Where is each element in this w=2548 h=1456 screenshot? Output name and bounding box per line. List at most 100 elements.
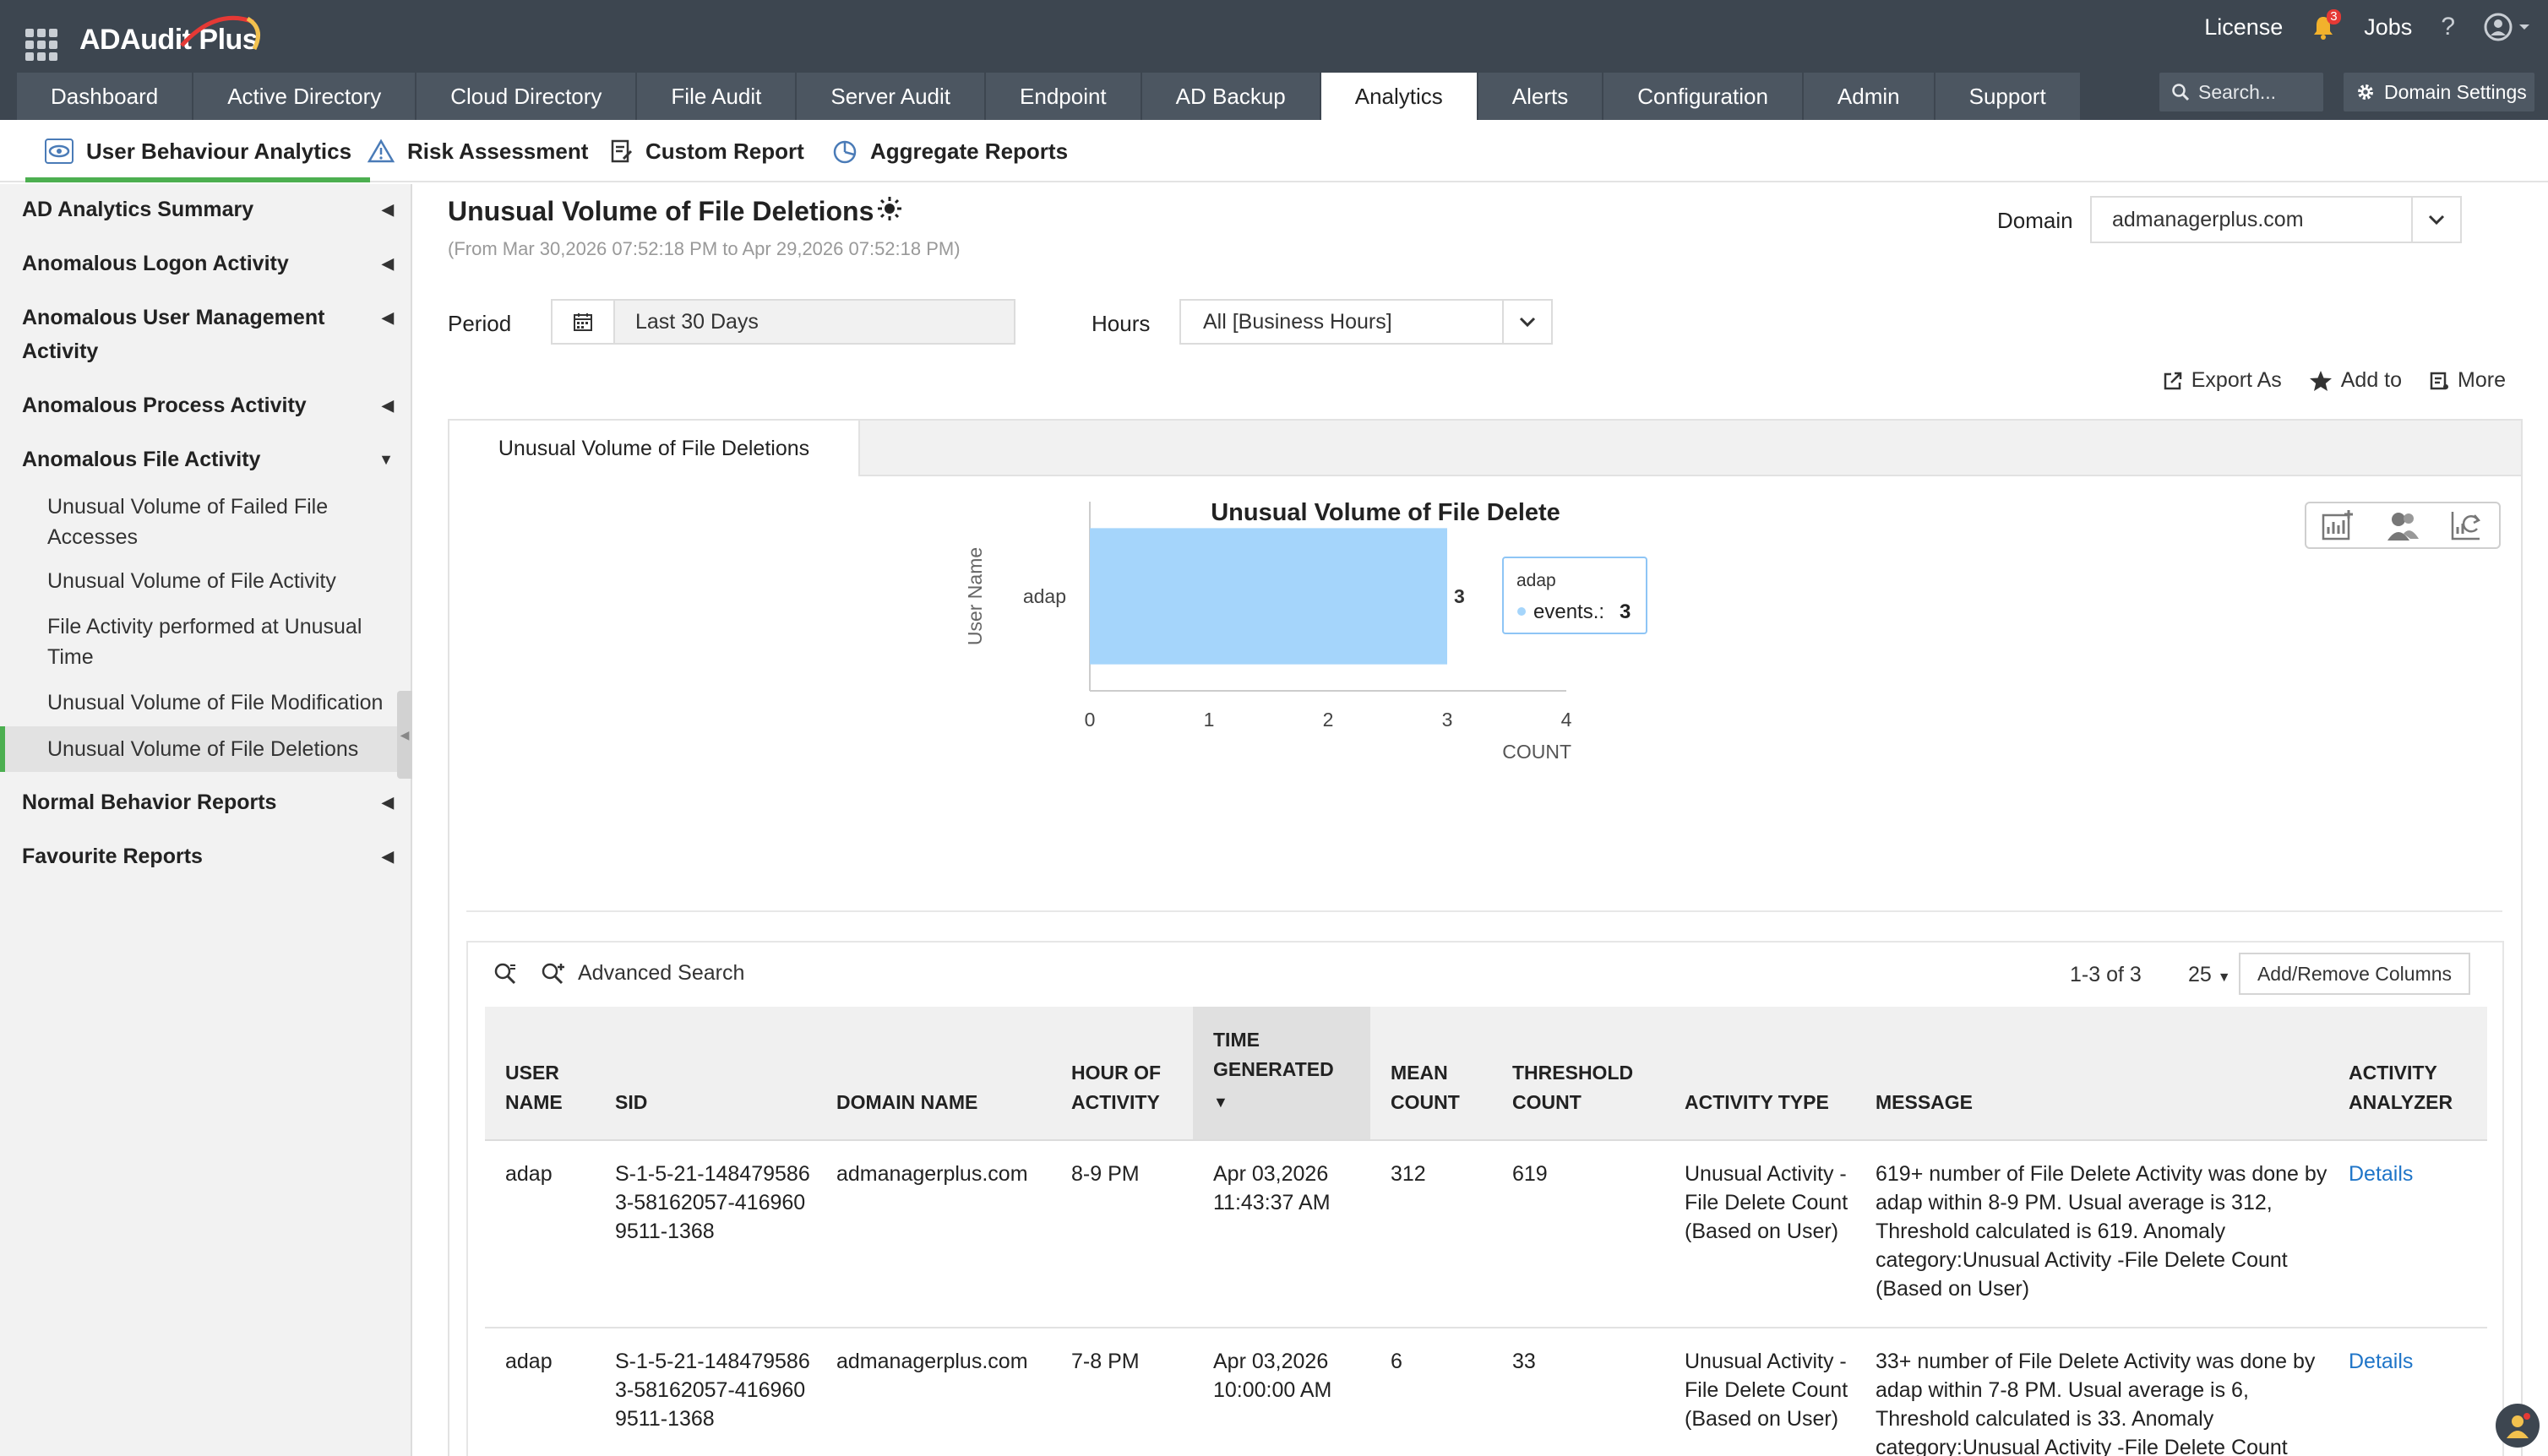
- sidebar-category-anomalous-logon[interactable]: Anomalous Logon Activity ◀: [22, 247, 394, 280]
- page-size-select[interactable]: 25 ▼: [2188, 963, 2231, 987]
- export-as-button[interactable]: Export As: [2163, 368, 2282, 393]
- tab-server-audit[interactable]: Server Audit: [797, 73, 987, 120]
- column-header-sid[interactable]: SID: [595, 1007, 816, 1141]
- quick-search-icon[interactable]: [493, 962, 517, 986]
- license-link[interactable]: License: [2204, 14, 2283, 41]
- column-header-domain-name[interactable]: DOMAIN NAME: [816, 1007, 1051, 1141]
- tab-cloud-directory[interactable]: Cloud Directory: [416, 73, 638, 120]
- sidebar-category-ad-analytics-summary[interactable]: AD Analytics Summary ◀: [22, 193, 394, 226]
- logo-swoosh-icon: [180, 15, 260, 51]
- report-view-tab-file-deletions[interactable]: Unusual Volume of File Deletions: [449, 421, 860, 476]
- tab-file-audit[interactable]: File Audit: [637, 73, 798, 120]
- tab-dashboard[interactable]: Dashboard: [17, 73, 194, 120]
- app-launcher-icon[interactable]: [25, 29, 57, 61]
- global-search-input[interactable]: Search...: [2159, 73, 2323, 111]
- tab-analytics[interactable]: Analytics: [1320, 73, 1478, 120]
- sun-icon[interactable]: [875, 194, 904, 223]
- column-header-activity-type[interactable]: ACTIVITY TYPE: [1664, 1007, 1855, 1141]
- tab-support[interactable]: Support: [1935, 73, 2082, 120]
- details-link[interactable]: Details: [2349, 1162, 2413, 1186]
- chevron-down-icon: [2411, 198, 2460, 242]
- cell-user-name: adap: [485, 1328, 595, 1456]
- column-header-time-generated[interactable]: TIME GENERATED ▼: [1193, 1007, 1370, 1141]
- sidebar-category-label: Anomalous Process Activity: [22, 394, 307, 417]
- column-header-threshold-count[interactable]: THRESHOLD COUNT: [1492, 1007, 1664, 1141]
- hours-select-value: All [Business Hours]: [1203, 309, 1392, 334]
- sidebar-category-anomalous-user-management[interactable]: Anomalous User Management Activity ◀: [22, 301, 394, 368]
- user-avatar-icon: [2484, 13, 2513, 41]
- column-header-hour-of-activity[interactable]: HOUR OF ACTIVITY: [1051, 1007, 1193, 1141]
- sidebar-item-file-modification[interactable]: Unusual Volume of File Modification: [47, 687, 394, 718]
- sidebar-category-anomalous-process[interactable]: Anomalous Process Activity ◀: [22, 388, 394, 422]
- period-picker[interactable]: Last 30 Days: [551, 299, 1015, 345]
- report-actions: Export As Add to More: [2163, 368, 2506, 393]
- subtab-label: Custom Report: [645, 138, 804, 164]
- caret-down-icon: ▼: [2217, 970, 2231, 985]
- advanced-search-icon[interactable]: [541, 962, 566, 986]
- details-link[interactable]: Details: [2349, 1350, 2413, 1373]
- period-value: Last 30 Days: [635, 309, 759, 334]
- top-bar: ADAudit Plus License 3 Jobs ? Dashboard …: [0, 0, 2548, 120]
- period-label: Period: [448, 311, 512, 336]
- more-button[interactable]: More: [2429, 368, 2506, 393]
- sidebar-item-file-activity[interactable]: Unusual Volume of File Activity: [47, 566, 394, 596]
- subtab-label: Aggregate Reports: [870, 138, 1069, 164]
- cell-domain-name: admanagerplus.com: [816, 1140, 1051, 1328]
- hours-select[interactable]: All [Business Hours]: [1179, 299, 1553, 345]
- jobs-link[interactable]: Jobs: [2364, 14, 2412, 41]
- notification-count-badge: 3: [2327, 9, 2341, 24]
- tab-alerts[interactable]: Alerts: [1478, 73, 1604, 120]
- report-panel: Unusual Volume of File Deletions Unusual…: [448, 419, 2523, 1456]
- user-menu[interactable]: [2484, 13, 2531, 41]
- sidebar-collapse-handle[interactable]: ◀: [397, 691, 412, 779]
- grid-toolbar: Advanced Search 1-3 of 3 25 ▼ Add/Remove…: [468, 943, 2502, 1013]
- search-icon: [2172, 84, 2190, 101]
- export-icon: [2164, 372, 2181, 389]
- advanced-search: Advanced Search: [493, 961, 744, 986]
- add-to-button[interactable]: Add to: [2309, 368, 2402, 393]
- chart-x-tick-label: 1: [1204, 709, 1215, 731]
- chart-title: Unusual Volume of File Delete: [1211, 499, 1560, 526]
- sidebar-category-normal-behavior[interactable]: Normal Behavior Reports ◀: [22, 785, 394, 819]
- sidebar-category-anomalous-file-activity[interactable]: Anomalous File Activity ▼: [22, 443, 394, 476]
- column-header-user-name[interactable]: USER NAME: [485, 1007, 595, 1141]
- sidebar-item-failed-file-accesses[interactable]: Unusual Volume of Failed File Accesses: [47, 492, 394, 552]
- tab-ad-backup[interactable]: AD Backup: [1141, 73, 1321, 120]
- cell-activity-analyzer: Details: [2328, 1328, 2487, 1456]
- subtab-risk-assessment[interactable]: Risk Assessment: [367, 120, 588, 182]
- add-remove-columns-button[interactable]: Add/Remove Columns: [2239, 953, 2470, 995]
- support-chat-button[interactable]: [2496, 1404, 2540, 1448]
- subtab-custom-report[interactable]: Custom Report: [610, 120, 804, 182]
- advanced-search-link[interactable]: Advanced Search: [578, 961, 744, 986]
- column-header-mean-count[interactable]: MEAN COUNT: [1370, 1007, 1492, 1141]
- caret-down-icon: ▼: [378, 451, 394, 468]
- subtab-user-behaviour-analytics[interactable]: User Behaviour Analytics: [24, 120, 371, 182]
- cell-sid: S-1-5-21-1484795863-58162057-4169609511-…: [595, 1328, 816, 1456]
- calendar-icon[interactable]: [553, 301, 615, 343]
- cell-hour-of-activity: 8-9 PM: [1051, 1140, 1193, 1328]
- table-row: adap S-1-5-21-1484795863-58162057-416960…: [485, 1140, 2487, 1328]
- domain-label: Domain: [1997, 208, 2073, 233]
- tab-admin[interactable]: Admin: [1803, 73, 1936, 120]
- column-header-activity-analyzer[interactable]: ACTIVITY ANALYZER: [2328, 1007, 2487, 1141]
- tab-endpoint[interactable]: Endpoint: [986, 73, 1142, 120]
- sidebar-item-file-deletions[interactable]: Unusual Volume of File Deletions: [0, 726, 412, 772]
- notifications-button[interactable]: 3: [2311, 9, 2341, 40]
- tab-configuration[interactable]: Configuration: [1603, 73, 1804, 120]
- column-header-message[interactable]: MESSAGE: [1855, 1007, 2328, 1141]
- domain-settings-label: Domain Settings: [2384, 80, 2527, 103]
- domain-settings-button[interactable]: Domain Settings: [2344, 73, 2534, 111]
- tab-active-directory[interactable]: Active Directory: [193, 73, 417, 120]
- subtab-aggregate-reports[interactable]: Aggregate Reports: [831, 120, 1068, 182]
- help-icon[interactable]: ?: [2441, 13, 2455, 41]
- star-icon: [2309, 370, 2332, 391]
- caret-left-icon: ◀: [382, 848, 394, 865]
- cell-sid: S-1-5-21-1484795863-58162057-4169609511-…: [595, 1140, 816, 1328]
- sidebar-category-favourite-reports[interactable]: Favourite Reports ◀: [22, 839, 394, 873]
- sidebar: AD Analytics Summary ◀ Anomalous Logon A…: [0, 184, 412, 1456]
- sidebar-item-unusual-time[interactable]: File Activity performed at Unusual Time: [47, 611, 394, 672]
- chart-tooltip-marker: [1517, 607, 1526, 616]
- domain-select[interactable]: admanagerplus.com: [2090, 196, 2462, 243]
- chart-y-tick-label: adap: [1023, 585, 1066, 607]
- hours-label: Hours: [1092, 311, 1151, 336]
